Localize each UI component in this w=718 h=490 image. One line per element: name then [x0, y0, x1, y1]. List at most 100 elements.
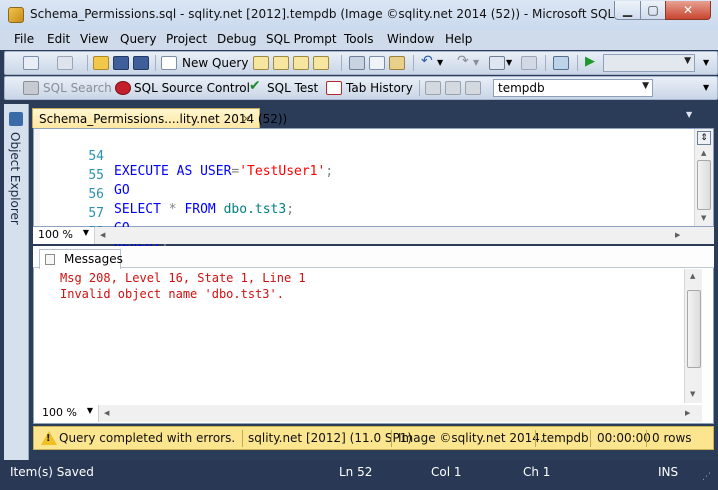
sql-search-icon[interactable]	[23, 81, 39, 95]
editor-vertical-scrollbar[interactable]: ⇕ ▲ ▼	[694, 129, 713, 226]
status-separator	[646, 430, 647, 447]
window-title: Schema_Permissions.sql - sqlity.net [201…	[30, 7, 683, 21]
code-token: *	[160, 202, 185, 217]
editor-scroll-thumb[interactable]	[697, 160, 711, 210]
change-connection-icon[interactable]	[425, 81, 441, 95]
messages-tab[interactable]: Messages	[39, 249, 123, 269]
minimize-button[interactable]: ▁	[614, 1, 641, 20]
menu-view[interactable]: View	[80, 32, 108, 46]
sql-search-button[interactable]: SQL Search	[43, 81, 112, 95]
split-window-icon[interactable]: ⇕	[697, 131, 711, 145]
menu-debug[interactable]: Debug	[217, 32, 256, 46]
chevron-down-icon: ▼	[86, 406, 93, 415]
title-bar[interactable]: Schema_Permissions.sql - sqlity.net [201…	[0, 0, 718, 31]
save-icon[interactable]	[113, 56, 129, 70]
menu-help[interactable]: Help	[445, 32, 472, 46]
scroll-up-arrow-icon[interactable]: ▲	[701, 149, 706, 157]
tab-history-button[interactable]: Tab History	[346, 81, 413, 95]
undo-icon[interactable]: ↶	[421, 53, 433, 69]
close-button[interactable]: ✕	[665, 1, 711, 20]
document-list-dropdown-icon[interactable]: ▼	[686, 110, 698, 122]
scroll-right-arrow-icon[interactable]: ▶	[685, 409, 690, 417]
object-explorer-tab[interactable]: Object Explorer	[4, 104, 29, 460]
sql-test-button[interactable]: SQL Test	[267, 81, 318, 95]
resize-grip-icon[interactable]: ⋰	[702, 472, 711, 482]
editor-horizontal-scrollbar[interactable]: ◀ ▶	[95, 227, 714, 244]
navigate-forward-icon[interactable]	[521, 56, 537, 70]
scroll-up-arrow-icon[interactable]: ▲	[690, 272, 695, 280]
results-zoom-combo[interactable]: 100 % ▼	[37, 405, 99, 422]
activity-monitor-icon[interactable]	[553, 56, 569, 70]
message-line: Invalid object name 'dbo.tst3'.	[60, 287, 284, 301]
undo-dropdown-icon[interactable]: ▼	[437, 58, 443, 67]
messages-icon	[45, 254, 55, 265]
editor-zoom-combo[interactable]: 100 % ▼	[33, 227, 95, 244]
menu-tools[interactable]: Tools	[344, 32, 374, 46]
scroll-down-arrow-icon[interactable]: ▼	[690, 390, 695, 398]
analysis-services-xmla-icon[interactable]	[313, 56, 329, 70]
document-tab-close-icon[interactable]: ×	[242, 112, 251, 125]
open-file-icon[interactable]	[93, 56, 109, 70]
row-count: 0 rows	[652, 431, 692, 445]
status-database: tempdb	[542, 431, 589, 445]
scroll-down-arrow-icon[interactable]: ▼	[701, 214, 706, 222]
menu-bar: File Edit View Query Project Debug SQL P…	[0, 30, 718, 50]
tab-history-icon[interactable]	[326, 81, 342, 95]
paste-icon[interactable]	[389, 56, 405, 70]
status-separator	[242, 430, 243, 447]
save-all-icon[interactable]	[133, 56, 149, 70]
scroll-left-arrow-icon[interactable]: ◀	[104, 409, 109, 417]
scroll-left-arrow-icon[interactable]: ◀	[100, 231, 105, 239]
query-status-bar: ! Query completed with errors. sqlity.ne…	[33, 426, 714, 450]
object-explorer-icon	[9, 112, 23, 126]
solution-configurations-combo[interactable]: ▼	[603, 54, 695, 72]
new-query-button[interactable]: New Query	[182, 56, 248, 70]
selected-database: tempdb	[498, 81, 545, 95]
menu-query[interactable]: Query	[120, 32, 156, 46]
start-debugging-icon[interactable]: ▶	[585, 54, 595, 69]
copy-icon[interactable]	[369, 56, 385, 70]
add-item-icon[interactable]	[57, 56, 73, 70]
results-zoom-value: 100 %	[42, 406, 77, 419]
query-options-icon[interactable]	[465, 81, 481, 95]
results-horizontal-scrollbar[interactable]: ◀ ▶	[99, 405, 702, 422]
status-message: Item(s) Saved	[10, 465, 94, 479]
disconnect-icon[interactable]	[445, 81, 461, 95]
ssms-app-icon[interactable]	[8, 7, 24, 23]
navigate-dropdown-icon[interactable]: ▼	[506, 58, 512, 67]
sql-source-control-icon[interactable]	[115, 81, 131, 95]
code-text: SELECT * FROM dbo.tst3;	[114, 202, 294, 217]
scroll-right-arrow-icon[interactable]: ▶	[675, 231, 680, 239]
maximize-button[interactable]: ▢	[640, 1, 666, 20]
database-engine-query-icon[interactable]	[253, 56, 269, 70]
document-tab[interactable]: Schema_Permissions....lity.net 2014 (52)…	[32, 108, 287, 128]
new-project-icon[interactable]	[23, 56, 39, 70]
results-scroll-thumb[interactable]	[687, 290, 701, 368]
menu-edit[interactable]: Edit	[47, 32, 70, 46]
menu-sql-prompt[interactable]: SQL Prompt	[266, 32, 337, 46]
warning-exclamation: !	[46, 433, 51, 444]
toolbar-options-icon[interactable]: ▼	[703, 58, 709, 67]
menu-project[interactable]: Project	[166, 32, 207, 46]
new-query-icon[interactable]	[161, 56, 177, 70]
chevron-down-icon: ▼	[684, 56, 691, 66]
analysis-services-dmx-icon[interactable]	[293, 56, 309, 70]
toolbar-options-icon[interactable]: ▼	[703, 83, 709, 92]
sql-source-control-button[interactable]: SQL Source Control	[134, 81, 250, 95]
sql-test-checkmark-icon[interactable]: ✔	[249, 78, 261, 94]
analysis-services-mdx-icon[interactable]	[273, 56, 289, 70]
cut-icon[interactable]	[349, 56, 365, 70]
navigate-backward-icon[interactable]	[489, 56, 505, 70]
available-databases-combo[interactable]: tempdb ▼	[493, 79, 653, 97]
code-token: SELECT	[114, 202, 161, 217]
results-vertical-scrollbar[interactable]: ▲ ▼	[684, 269, 702, 403]
close-icon: ✕	[682, 3, 694, 17]
status-separator	[391, 430, 392, 447]
menu-window[interactable]: Window	[387, 32, 434, 46]
menu-file[interactable]: File	[14, 32, 34, 46]
status-line: Ln 52	[339, 465, 373, 479]
code-token: ;	[325, 164, 334, 179]
redo-dropdown-icon[interactable]: ▼	[473, 58, 479, 67]
query-editor[interactable]: 54 EXECUTE AS USER='TestUser1'; 55 GO 56…	[33, 128, 714, 255]
redo-icon[interactable]: ↷	[457, 53, 469, 69]
